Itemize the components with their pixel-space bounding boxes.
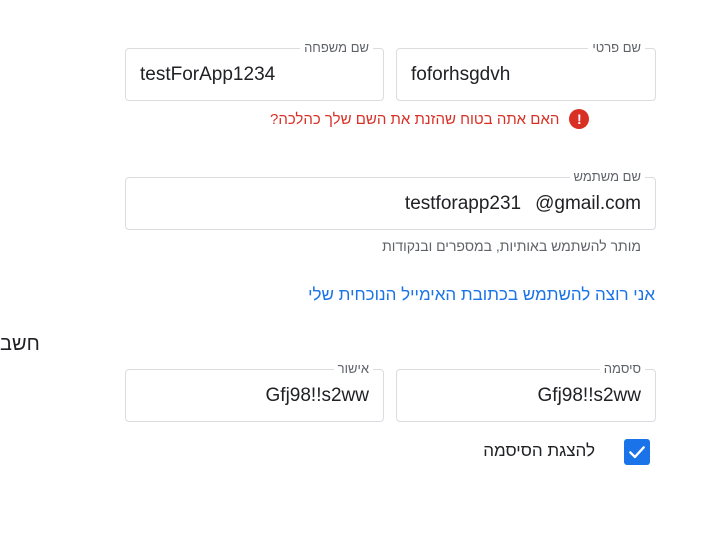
- last-name-label: שם משפחה: [300, 40, 373, 56]
- password-field[interactable]: סיסמה Gfj98!!s2ww: [396, 361, 656, 422]
- error-icon: !: [569, 109, 590, 129]
- username-input-row: testforapp231 @gmail.com: [405, 178, 641, 229]
- show-password-label[interactable]: להצגת הסיסמה: [483, 441, 595, 461]
- use-existing-email-link[interactable]: אני רוצה להשתמש בכתובת האימייל הנוכחית ש…: [308, 285, 655, 305]
- username-helper-text: מותר להשתמש באותיות, במספרים ובנקודות: [382, 238, 641, 254]
- username-field[interactable]: שם משתמש testforapp231 @gmail.com: [125, 169, 656, 230]
- first-name-field[interactable]: שם פרטי foforhsgdvh: [396, 40, 656, 101]
- first-name-label: שם פרטי: [588, 40, 645, 56]
- name-warning: ! האם אתה בטוח שהזנת את השם שלך כהלכה?: [270, 109, 655, 129]
- first-name-value[interactable]: foforhsgdvh: [411, 49, 510, 100]
- last-name-value[interactable]: testForApp1234: [140, 49, 275, 100]
- show-password-checkbox[interactable]: [624, 439, 650, 465]
- last-name-field[interactable]: שם משפחה testForApp1234: [125, 40, 384, 101]
- checkmark-icon: [629, 446, 645, 459]
- username-value[interactable]: testforapp231: [405, 193, 521, 215]
- account-side-label: חשב: [0, 333, 40, 355]
- confirm-password-field[interactable]: אישור Gfj98!!s2ww: [125, 361, 384, 422]
- confirm-password-value[interactable]: Gfj98!!s2ww: [266, 370, 369, 421]
- username-domain-suffix: @gmail.com: [535, 192, 641, 214]
- password-value[interactable]: Gfj98!!s2ww: [538, 370, 641, 421]
- name-warning-text: האם אתה בטוח שהזנת את השם שלך כהלכה?: [270, 110, 560, 128]
